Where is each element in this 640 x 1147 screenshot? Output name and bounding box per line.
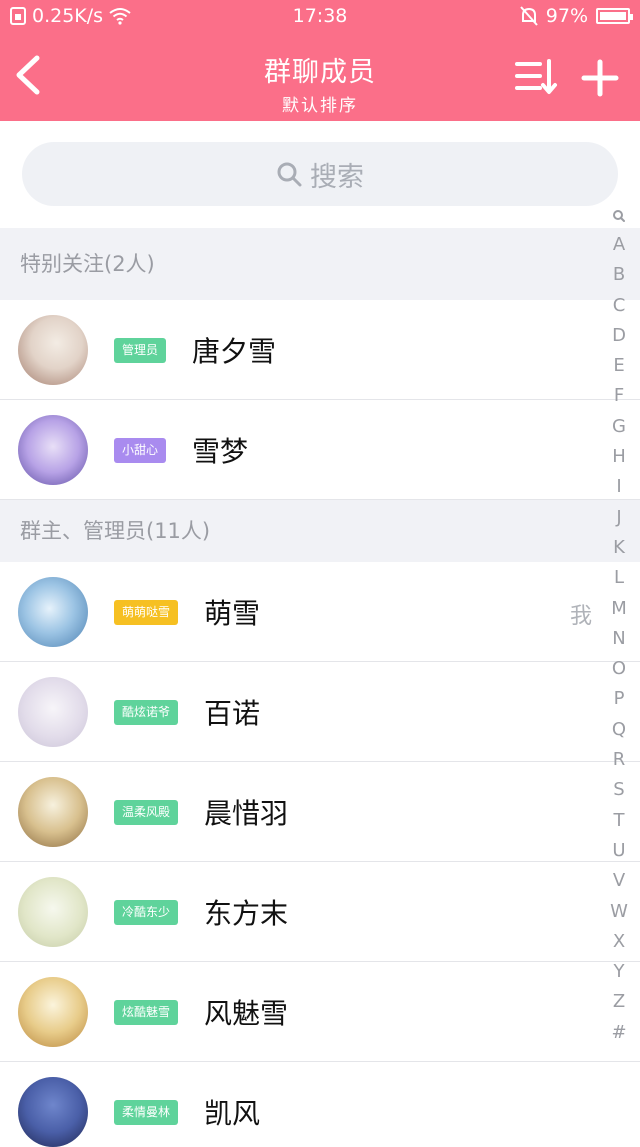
- index-letter[interactable]: X: [606, 927, 632, 957]
- member-name: 东方末: [204, 897, 289, 930]
- index-letter[interactable]: M: [606, 594, 632, 624]
- index-letter[interactable]: W: [606, 897, 632, 927]
- index-letter[interactable]: R: [606, 745, 632, 775]
- section-header-special: 特别关注(2人): [0, 228, 640, 300]
- index-letter[interactable]: A: [606, 230, 632, 260]
- index-letter[interactable]: H: [606, 442, 632, 472]
- plus-icon: [581, 59, 619, 97]
- index-letter[interactable]: B: [606, 260, 632, 290]
- index-letter[interactable]: I: [606, 472, 632, 502]
- member-name: 凯风: [204, 1097, 261, 1130]
- index-letter[interactable]: S: [606, 775, 632, 805]
- member-row[interactable]: 小甜心 雪梦: [0, 400, 640, 500]
- member-title-badge: 酷炫诺爷: [114, 700, 179, 725]
- index-letter[interactable]: G: [606, 412, 632, 442]
- member-title-badge: 温柔风殿: [114, 800, 179, 825]
- add-member-button[interactable]: [580, 58, 620, 98]
- member-name: 唐夕雪: [192, 335, 277, 368]
- search-input[interactable]: 搜索: [22, 142, 618, 206]
- avatar: [18, 977, 88, 1047]
- avatar: [18, 577, 88, 647]
- member-row[interactable]: 酷炫诺爷 百诺: [0, 662, 640, 762]
- index-letter[interactable]: O: [606, 654, 632, 684]
- status-bar: 0.25K/s 17:38 97%: [0, 0, 640, 34]
- search-placeholder: 搜索: [310, 161, 364, 193]
- search-icon[interactable]: [606, 206, 632, 226]
- member-title-badge: 冷酷东少: [114, 900, 179, 925]
- avatar: [18, 315, 88, 385]
- avatar: [18, 1077, 88, 1147]
- member-name: 萌雪: [204, 597, 261, 630]
- index-letter[interactable]: K: [606, 533, 632, 563]
- index-letter[interactable]: Z: [606, 987, 632, 1017]
- member-name: 百诺: [204, 697, 261, 730]
- index-letter[interactable]: V: [606, 866, 632, 896]
- member-row[interactable]: 管理员 唐夕雪: [0, 300, 640, 400]
- search-icon: [277, 162, 302, 187]
- index-letter[interactable]: D: [606, 321, 632, 351]
- avatar: [18, 677, 88, 747]
- sort-button[interactable]: [514, 58, 558, 96]
- index-letter[interactable]: L: [606, 563, 632, 593]
- index-letter[interactable]: N: [606, 624, 632, 654]
- index-letter[interactable]: U: [606, 836, 632, 866]
- sort-icon: [515, 59, 557, 94]
- battery-percent: 97%: [545, 5, 588, 27]
- index-letter[interactable]: Q: [606, 715, 632, 745]
- avatar: [18, 777, 88, 847]
- member-row[interactable]: 冷酷东少 东方末: [0, 862, 640, 962]
- member-row[interactable]: 柔情曼林 凯风: [0, 1062, 640, 1147]
- index-letter[interactable]: Y: [606, 957, 632, 987]
- index-letter[interactable]: E: [606, 351, 632, 381]
- member-row[interactable]: 炫酷魅雪 风魅雪: [0, 962, 640, 1062]
- member-title-badge: 炫酷魅雪: [114, 1000, 179, 1025]
- member-title-badge: 管理员: [114, 338, 167, 363]
- index-letter[interactable]: #: [606, 1018, 632, 1048]
- mute-icon: [520, 6, 538, 26]
- index-letter[interactable]: T: [606, 806, 632, 836]
- battery-icon: [596, 8, 633, 24]
- member-name: 风魅雪: [204, 997, 289, 1030]
- avatar: [18, 877, 88, 947]
- app-header: 0.25K/s 17:38 97% 群聊成员 默认排序: [0, 0, 640, 121]
- section-header-admins: 群主、管理员(11人): [0, 500, 640, 562]
- index-letter[interactable]: P: [606, 684, 632, 714]
- index-letter[interactable]: F: [606, 381, 632, 411]
- alphabet-index[interactable]: A B C D E F G H I J K L M N O P Q R S T U V W X Y Z #: [606, 206, 632, 1043]
- avatar: [18, 415, 88, 485]
- me-label: 我: [570, 604, 593, 629]
- search-area: 搜索: [0, 121, 640, 228]
- member-title-badge: 小甜心: [114, 438, 167, 463]
- index-letter[interactable]: J: [606, 503, 632, 533]
- member-row[interactable]: 萌萌哒雪 萌雪 我: [0, 562, 640, 662]
- member-title-badge: 萌萌哒雪: [114, 600, 179, 625]
- member-title-badge: 柔情曼林: [114, 1100, 179, 1125]
- index-letter[interactable]: C: [606, 291, 632, 321]
- member-name: 晨惜羽: [204, 797, 289, 830]
- member-name: 雪梦: [192, 435, 249, 468]
- member-row[interactable]: 温柔风殿 晨惜羽: [0, 762, 640, 862]
